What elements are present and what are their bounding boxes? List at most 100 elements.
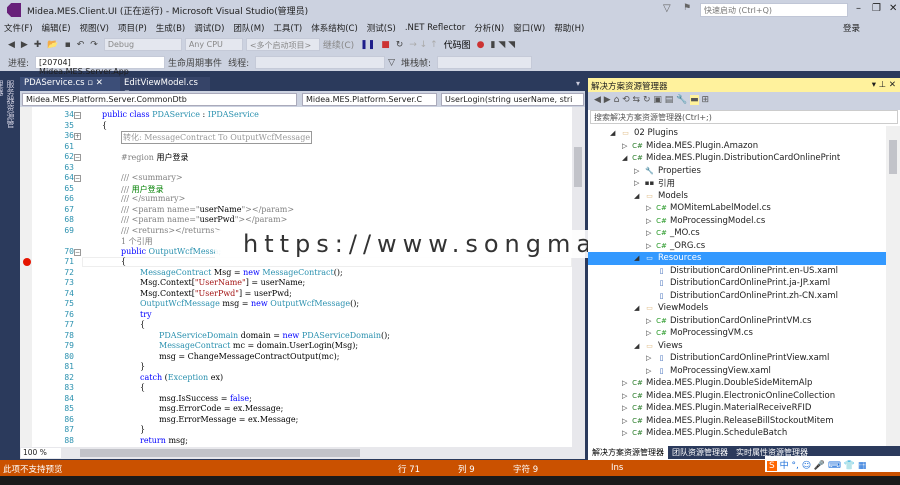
new-project-icon[interactable]: ✚ [34, 40, 42, 50]
expand-arrow-icon[interactable]: ▷ [646, 329, 656, 337]
tree-item[interactable]: ▯ DistributionCardOnlinePrint.en-US.xaml [588, 265, 886, 278]
bookmark-icon[interactable]: ▮ ◥ ◥ [491, 40, 516, 50]
menu-item[interactable]: 帮助(H) [554, 22, 584, 34]
code-line[interactable]: { [140, 383, 145, 392]
member-dropdown[interactable]: UserLogin(string userName, stri [441, 93, 584, 106]
continue-button[interactable]: 继续(C) [323, 38, 354, 51]
config-select[interactable]: Debug [103, 38, 182, 51]
code-line[interactable]: public OutputWcfMessa; [121, 247, 221, 256]
code-line[interactable]: msg.IsSuccess = false; [159, 394, 252, 403]
collapse-arrow-icon[interactable]: ◢ [634, 254, 644, 262]
code-line[interactable]: #region 用户登录 [121, 152, 188, 163]
code-line[interactable]: try [140, 310, 152, 319]
collapse-arrow-icon[interactable]: ◢ [634, 192, 644, 200]
menu-item[interactable]: 分析(N) [474, 22, 504, 34]
feedback-icon[interactable]: ⚑ [683, 3, 691, 13]
expand-arrow-icon[interactable]: ▷ [646, 229, 656, 237]
expand-arrow-icon[interactable]: ▷ [646, 354, 656, 362]
tree-item[interactable]: ▷ C# Midea.MES.Plugin.ScheduleBatch [588, 427, 886, 440]
expand-arrow-icon[interactable]: ▷ [622, 417, 632, 425]
tree-item[interactable]: ▯ DistributionCardOnlinePrint.zh-CN.xaml [588, 290, 886, 303]
collapse-icon[interactable]: − [74, 112, 81, 119]
code-line[interactable]: OutputWcfMessage msg = new OutputWcfMess… [140, 299, 359, 308]
code-line[interactable]: /// <summary> [121, 173, 183, 182]
stop-icon[interactable]: ■ [381, 40, 390, 50]
tree-item[interactable]: ▷ C# Midea.MES.Plugin.MaterialReceiveRFID [588, 402, 886, 415]
menu-item[interactable]: 项目(P) [118, 22, 147, 34]
tree-item[interactable]: ▷ C# Midea.MES.Plugin.ReleaseBillStockoutM… [588, 415, 886, 428]
expand-arrow-icon[interactable]: ▷ [634, 167, 644, 175]
tab-dropdown-icon[interactable]: ▾ [576, 79, 580, 88]
tree-item[interactable]: ◢ ▭ Resources [588, 252, 886, 265]
lifecycle-events[interactable]: 生命周期事件 [168, 56, 222, 69]
login-link[interactable]: 登录 [843, 22, 860, 34]
minimize-button[interactable]: – [856, 3, 861, 14]
back-icon[interactable]: ◀ ▶ [594, 95, 614, 105]
expand-arrow-icon[interactable]: ▷ [646, 204, 656, 212]
tab-solution-explorer[interactable]: 解决方案资源管理器 [588, 446, 668, 459]
tree-item[interactable]: ▷ C# MOMitemLabelModel.cs [588, 202, 886, 215]
class-view-icon[interactable]: ⊞ [699, 95, 710, 105]
expand-arrow-icon[interactable]: ▷ [646, 367, 656, 375]
tree-item[interactable]: ◢ ▭ Views [588, 340, 886, 353]
solution-search-input[interactable]: 搜索解决方案资源管理器(Ctrl+;) [590, 110, 898, 124]
menu-item[interactable]: 测试(S) [367, 22, 396, 34]
code-line[interactable]: return msg; [140, 436, 188, 445]
collapse-icon[interactable]: − [74, 154, 81, 161]
class-dropdown[interactable]: Midea.MES.Platform.Server.C [302, 93, 437, 106]
code-line[interactable]: } [140, 425, 145, 434]
preview-icon[interactable]: ▬ [690, 95, 699, 105]
tree-item[interactable]: ▷ C# Midea.MES.Plugin.ElectronicOnlineColl… [588, 390, 886, 403]
collapse-icon[interactable]: − [74, 175, 81, 182]
expand-arrow-icon[interactable]: ▷ [622, 142, 632, 150]
menu-item[interactable]: 窗口(W) [513, 22, 545, 34]
code-line[interactable]: msg = ChangeMessageContractOutput(mc); [159, 352, 339, 361]
expand-arrow-icon[interactable]: ▷ [634, 179, 644, 187]
redo-icon[interactable]: ↷ [90, 40, 98, 50]
code-line[interactable]: Msg.Context["UserPwd"] = userPwd; [140, 289, 292, 298]
tree-item[interactable]: ◢ ▭ Models [588, 190, 886, 203]
menu-item[interactable]: 工具(T) [273, 22, 302, 34]
tree-item[interactable]: ▷ ▯ MoProcessingView.xaml [588, 365, 886, 378]
menu-item[interactable]: 团队(M) [233, 22, 264, 34]
code-line[interactable]: msg.ErrorCode = ex.Message; [159, 404, 283, 413]
thread-select[interactable] [255, 56, 386, 69]
tree-item[interactable]: ◢ C# Midea.MES.Plugin.DistributionCardOnli… [588, 152, 886, 165]
breakpoint-icon[interactable] [23, 258, 31, 266]
menu-item[interactable]: 文件(F) [4, 22, 33, 34]
open-icon[interactable]: 📂 [47, 40, 58, 50]
code-line[interactable]: msg.ErrorMessage = ex.Message; [159, 415, 298, 424]
project-dropdown[interactable]: Midea.MES.Platform.Server.CommonDtb [22, 93, 297, 106]
properties-icon[interactable]: 🔧 [676, 95, 690, 105]
code-line[interactable]: Msg.Context["UserName"] = userName; [140, 278, 305, 287]
tab-editviewmodel[interactable]: EditViewModel.cs ▫ [120, 77, 210, 98]
code-line[interactable]: { [140, 320, 145, 329]
platform-select[interactable]: Any CPU [184, 38, 243, 51]
menu-item[interactable]: 调试(D) [194, 22, 224, 34]
expand-arrow-icon[interactable]: ▷ [622, 404, 632, 412]
tree-item[interactable]: ▷ 🔧 Properties [588, 165, 886, 178]
filter-icon[interactable]: ▽ [388, 58, 395, 68]
collapse-arrow-icon[interactable]: ◢ [622, 154, 632, 162]
collapse-icon[interactable]: − [74, 248, 81, 256]
ime-toolbar[interactable]: S 中 °, ☺ 🎤 ⌨ 👕 ▦ [765, 456, 900, 472]
startup-select[interactable]: <多个启动项目> [245, 38, 320, 51]
code-line[interactable]: MessageContract mc = domain.UserLogin(Ms… [159, 341, 358, 350]
code-line[interactable]: /// <param name="userName"></param> [121, 205, 294, 214]
tree-item[interactable]: ▷ C# _MO.cs [588, 227, 886, 240]
back-icon[interactable]: ◀ [8, 40, 15, 50]
code-line[interactable]: 1 个引用 [121, 236, 153, 247]
menu-item[interactable]: 体系结构(C) [311, 22, 358, 34]
save-icon[interactable]: ▪ [65, 40, 71, 50]
restart-icon[interactable]: ↻ [396, 40, 404, 50]
code-line[interactable]: } [140, 362, 145, 371]
collapse-arrow-icon[interactable]: ◢ [610, 129, 620, 137]
breakpoint-gutter[interactable] [20, 107, 32, 447]
tree-item[interactable]: ▷ C# Midea.MES.Plugin.Amazon [588, 140, 886, 153]
vertical-scrollbar[interactable] [572, 107, 585, 447]
tree-item[interactable]: ▷ ▪▪ 引用 [588, 177, 886, 190]
sogou-icon[interactable]: S [767, 461, 777, 471]
horizontal-scrollbar[interactable]: 100 % [20, 447, 585, 459]
tree-item[interactable]: ▷ C# Midea.MES.Plugin.DoubleSideMitemAlp [588, 377, 886, 390]
expand-arrow-icon[interactable]: ▷ [646, 217, 656, 225]
